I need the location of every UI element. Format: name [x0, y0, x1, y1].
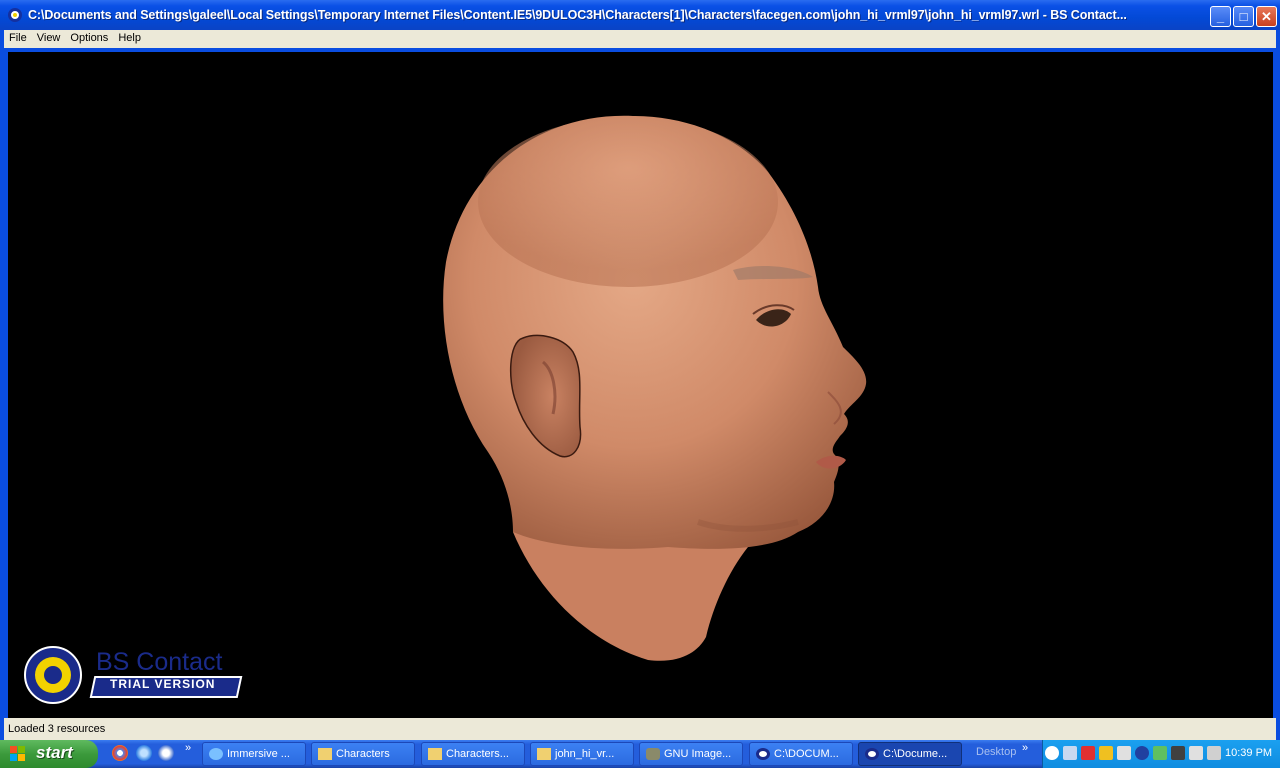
task-label: Characters	[336, 748, 390, 760]
tray-app-icon[interactable]	[1063, 746, 1077, 760]
ie-alt-icon[interactable]	[158, 745, 174, 761]
desktop-chevron-icon[interactable]: »	[1022, 742, 1028, 754]
task-label: Immersive ...	[227, 748, 290, 760]
task-button-john-hi-vrml97[interactable]: john_hi_vr...	[530, 742, 634, 766]
status-bar: Loaded 3 resources	[4, 718, 1276, 740]
task-label: GNU Image...	[664, 748, 732, 760]
folder-icon	[318, 748, 332, 760]
chrome-icon[interactable]	[112, 745, 128, 761]
volume-icon[interactable]	[1207, 746, 1221, 760]
folder-icon	[537, 748, 551, 760]
task-button-immersive[interactable]: Immersive ...	[202, 742, 306, 766]
bs-contact-window: C:\Documents and Settings\galeel\Local S…	[0, 0, 1280, 740]
desktop-toolbar-label[interactable]: Desktop	[976, 746, 1016, 758]
quicklaunch-chevron-icon[interactable]: »	[185, 742, 191, 754]
menu-file[interactable]: File	[4, 30, 32, 46]
computer-icon[interactable]	[1171, 746, 1185, 760]
taskbar: start » Immersive ... Characters Charact…	[0, 740, 1280, 768]
task-button-characters-2[interactable]: Characters...	[421, 742, 525, 766]
minimize-button[interactable]: _	[1210, 6, 1231, 27]
logo-title: BS Contact	[96, 648, 223, 676]
bs-contact-logo: BS Contact TRIAL VERSION	[24, 646, 244, 706]
task-label: C:\DOCUM...	[774, 748, 839, 760]
shield-icon[interactable]	[1117, 746, 1131, 760]
tray-expand-icon[interactable]	[1045, 746, 1059, 760]
head-model	[443, 115, 867, 661]
task-button-gimp[interactable]: GNU Image...	[639, 742, 743, 766]
title-bar[interactable]: C:\Documents and Settings\galeel\Local S…	[0, 0, 1280, 30]
vrml-3d-viewport[interactable]: BS Contact TRIAL VERSION	[8, 52, 1273, 718]
menu-help[interactable]: Help	[113, 30, 146, 46]
windows-flag-icon	[10, 746, 25, 761]
task-button-characters[interactable]: Characters	[311, 742, 415, 766]
status-text: Loaded 3 resources	[8, 723, 106, 735]
menu-bar: File View Options Help	[4, 30, 1276, 48]
ie-icon[interactable]	[136, 745, 152, 761]
menu-options[interactable]: Options	[65, 30, 113, 46]
gimp-icon	[646, 748, 660, 760]
window-title: C:\Documents and Settings\galeel\Local S…	[28, 8, 1127, 22]
bs-contact-disc-icon	[24, 646, 82, 704]
signal-icon[interactable]	[1153, 746, 1167, 760]
task-label: C:\Docume...	[883, 748, 948, 760]
bscontact-icon	[865, 748, 879, 760]
network-icon[interactable]	[1135, 746, 1149, 760]
bs-contact-app-icon[interactable]	[8, 8, 22, 22]
ie-icon	[209, 748, 223, 760]
logo-subtitle: TRIAL VERSION	[110, 677, 216, 691]
close-button[interactable]: ✕	[1256, 6, 1277, 27]
task-label: Characters...	[446, 748, 509, 760]
task-button-bscontact-1[interactable]: C:\DOCUM...	[749, 742, 853, 766]
folder-icon	[428, 748, 442, 760]
menu-view[interactable]: View	[32, 30, 66, 46]
monitor-icon[interactable]	[1189, 746, 1203, 760]
maximize-button[interactable]: □	[1233, 6, 1254, 27]
bscontact-icon	[756, 748, 770, 760]
lock-icon[interactable]	[1099, 746, 1113, 760]
clock: 10:39 PM	[1225, 747, 1273, 759]
system-tray: 10:39 PM	[1042, 740, 1280, 768]
acrobat-icon[interactable]	[1081, 746, 1095, 760]
start-label: start	[36, 743, 73, 762]
start-button[interactable]: start	[0, 740, 98, 768]
task-label: john_hi_vr...	[555, 748, 615, 760]
task-button-bscontact-2[interactable]: C:\Docume...	[858, 742, 962, 766]
